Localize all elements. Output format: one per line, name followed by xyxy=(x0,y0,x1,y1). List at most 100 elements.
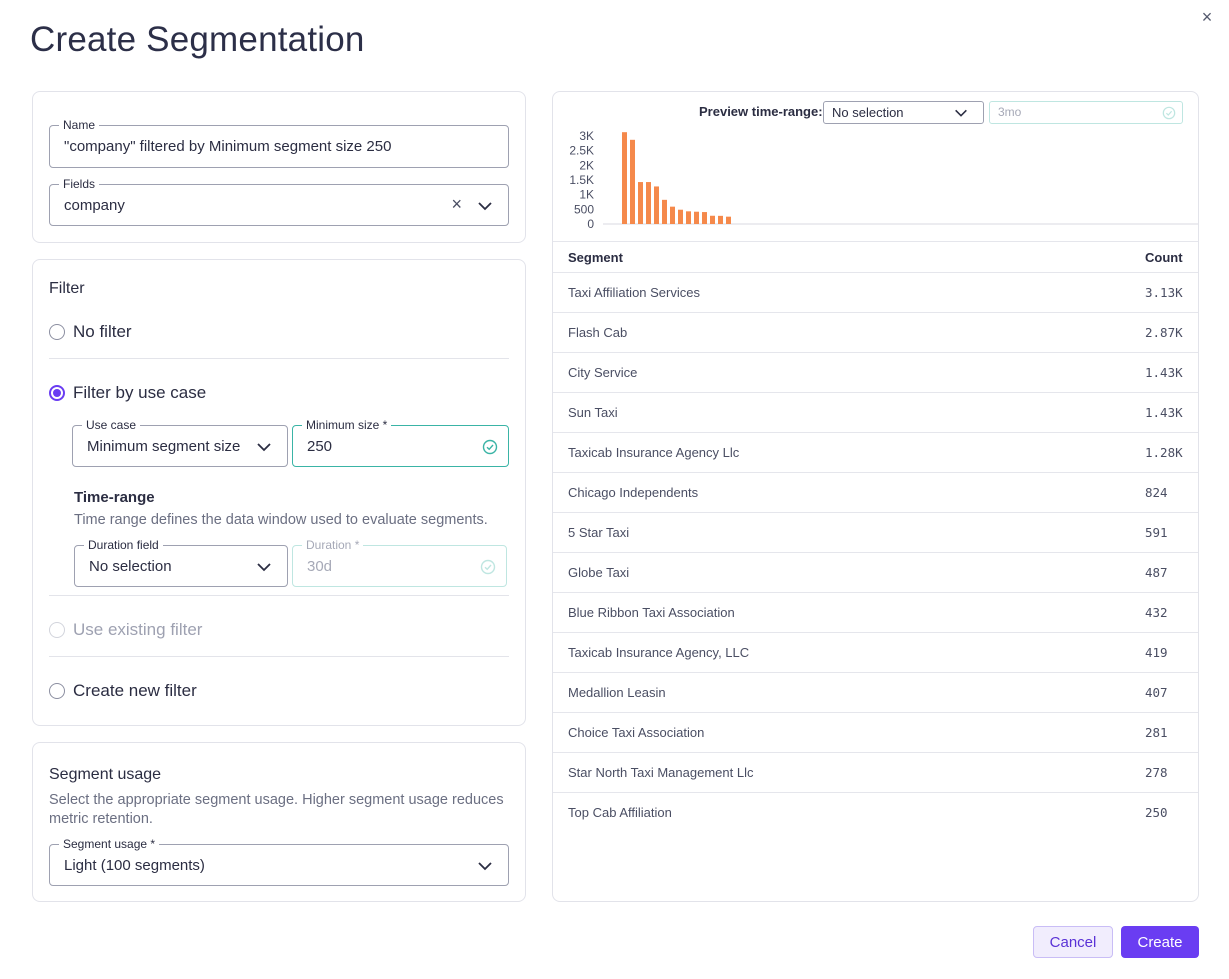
divider xyxy=(49,358,509,359)
y-tick-label: 2K xyxy=(579,158,594,172)
duration-input: Duration * 30d xyxy=(292,538,507,587)
segment-name: Flash Cab xyxy=(568,325,628,340)
duration-field-select[interactable]: Duration field No selection xyxy=(74,538,288,587)
chart-bar xyxy=(694,211,699,224)
table-row[interactable]: Globe Taxi 487 xyxy=(553,553,1198,593)
segment-count: 1.28K xyxy=(1145,445,1183,460)
duration-value: 30d xyxy=(307,558,333,575)
segment-name: Taxicab Insurance Agency Llc xyxy=(568,445,740,460)
table-row[interactable]: 5 Star Taxi 591 xyxy=(553,513,1198,553)
chart-bar xyxy=(630,139,635,224)
divider xyxy=(49,595,509,596)
segment-name: Choice Taxi Association xyxy=(568,725,705,740)
chart-bar xyxy=(678,209,683,224)
check-circle-icon xyxy=(1162,106,1176,120)
name-field[interactable]: Name "company" filtered by Minimum segme… xyxy=(49,118,509,168)
segment-count-chart: 3K2.5K2K1.5K1K5000 xyxy=(569,129,1198,231)
chart-bar xyxy=(710,215,715,224)
clear-icon[interactable]: × xyxy=(451,194,462,215)
radio-icon[interactable] xyxy=(49,324,65,340)
chart-bar xyxy=(622,132,627,224)
preview-time-range-label: Preview time-range: xyxy=(699,104,823,119)
chevron-down-icon[interactable] xyxy=(476,197,494,215)
chevron-down-icon[interactable] xyxy=(476,857,494,875)
preview-range-input: 3mo xyxy=(989,101,1183,124)
radio-selected-icon[interactable] xyxy=(49,385,65,401)
chevron-down-icon[interactable] xyxy=(255,558,273,576)
radio-use-existing-filter-label: Use existing filter xyxy=(73,620,203,639)
time-range-description: Time range defines the data window used … xyxy=(74,512,488,528)
check-circle-icon xyxy=(482,439,498,455)
table-row[interactable]: Blue Ribbon Taxi Association 432 xyxy=(553,593,1198,633)
chevron-down-icon[interactable] xyxy=(255,438,273,456)
check-circle-icon xyxy=(480,559,496,575)
segment-name: Taxi Affiliation Services xyxy=(568,285,700,300)
table-row[interactable]: Taxi Affiliation Services 3.13K xyxy=(553,273,1198,313)
table-row[interactable]: Top Cab Affiliation 250 xyxy=(553,793,1198,833)
use-case-label: Use case xyxy=(82,418,141,432)
y-tick-label: 1K xyxy=(579,188,594,202)
segment-count: 419 xyxy=(1145,645,1168,660)
radio-no-filter[interactable]: No filter xyxy=(49,322,132,342)
segment-count: 2.87K xyxy=(1145,325,1183,340)
table-row[interactable]: Sun Taxi 1.43K xyxy=(553,393,1198,433)
table-row[interactable]: Chicago Independents 824 xyxy=(553,473,1198,513)
segment-count: 407 xyxy=(1145,685,1168,700)
minimum-size-input[interactable]: Minimum size * 250 xyxy=(292,418,509,467)
segment-name: Taxicab Insurance Agency, LLC xyxy=(568,645,750,660)
radio-create-new-filter-label: Create new filter xyxy=(73,681,197,700)
name-field-label: Name xyxy=(59,118,100,132)
duration-label: Duration * xyxy=(302,538,364,552)
segment-count: 591 xyxy=(1145,525,1168,540)
create-button[interactable]: Create xyxy=(1121,926,1199,958)
table-row[interactable]: Star North Taxi Management Llc 278 xyxy=(553,753,1198,793)
fields-select[interactable]: Fields company × xyxy=(49,177,509,226)
y-tick-label: 2.5K xyxy=(569,144,594,158)
chart-bar xyxy=(638,182,643,224)
segment-name: Medallion Leasin xyxy=(568,685,666,700)
radio-filter-by-use-case-label: Filter by use case xyxy=(73,383,207,402)
radio-create-new-filter[interactable]: Create new filter xyxy=(49,681,197,701)
preview-panel: Preview time-range: No selection 3mo 3K 2… xyxy=(552,91,1199,902)
duration-field-value: No selection xyxy=(89,558,172,575)
chevron-down-icon[interactable] xyxy=(953,105,969,121)
segment-name: Chicago Independents xyxy=(568,485,699,500)
table-row[interactable]: Taxicab Insurance Agency, LLC 419 xyxy=(553,633,1198,673)
filter-title: Filter xyxy=(49,280,85,297)
table-row[interactable]: Flash Cab 2.87K xyxy=(553,313,1198,353)
radio-icon[interactable] xyxy=(49,683,65,699)
segment-usage-select[interactable]: Segment usage * Light (100 segments) xyxy=(49,837,509,886)
y-tick-label: 3K xyxy=(579,129,594,143)
segment-count: 3.13K xyxy=(1145,285,1183,300)
table-header: Segment Count xyxy=(553,241,1198,273)
segment-count: 278 xyxy=(1145,765,1168,780)
preview-range-value: 3mo xyxy=(998,105,1022,119)
preview-time-range-value: No selection xyxy=(832,105,904,120)
minimum-size-label: Minimum size * xyxy=(302,418,392,432)
close-icon[interactable]: × xyxy=(1197,8,1217,28)
y-tick-label: 0 xyxy=(587,217,594,231)
name-field-value: "company" filtered by Minimum segment si… xyxy=(64,138,392,155)
chart-bar xyxy=(662,199,667,224)
chart-bar xyxy=(702,212,707,224)
cancel-button[interactable]: Cancel xyxy=(1033,926,1113,958)
segment-usage-label: Segment usage * xyxy=(59,837,160,851)
table-row[interactable]: Taxicab Insurance Agency Llc 1.28K xyxy=(553,433,1198,473)
divider xyxy=(49,656,509,657)
segment-name: Top Cab Affiliation xyxy=(568,805,672,820)
chart-bar xyxy=(726,216,731,224)
y-tick-label: 1.5K xyxy=(569,173,594,187)
preview-time-range-select[interactable]: No selection xyxy=(823,101,984,124)
segment-name: Star North Taxi Management Llc xyxy=(568,765,754,780)
use-case-select[interactable]: Use case Minimum segment size xyxy=(72,418,288,467)
table-row[interactable]: Choice Taxi Association 281 xyxy=(553,713,1198,753)
table-row[interactable]: Medallion Leasin 407 xyxy=(553,673,1198,713)
chart-bar xyxy=(718,215,723,224)
table-row[interactable]: City Service 1.43K xyxy=(553,353,1198,393)
segment-count: 1.43K xyxy=(1145,405,1183,420)
page-title: Create Segmentation xyxy=(30,20,365,59)
radio-no-filter-label: No filter xyxy=(73,322,132,341)
filter-card: Filter No filter Filter by use case Use … xyxy=(32,259,526,726)
radio-use-existing-filter: Use existing filter xyxy=(49,620,202,640)
radio-filter-by-use-case[interactable]: Filter by use case xyxy=(49,383,206,403)
